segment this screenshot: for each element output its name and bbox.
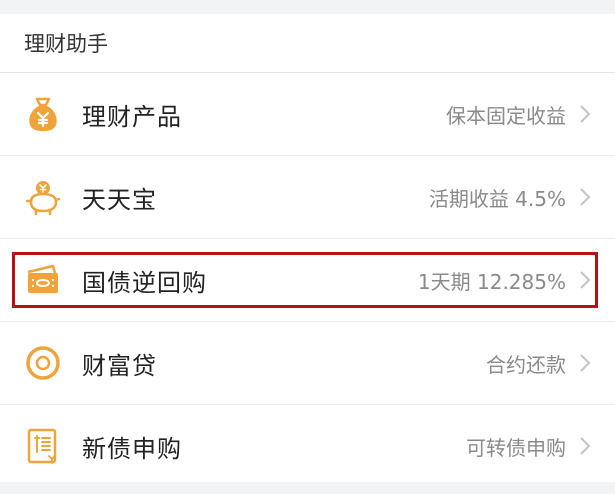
section-title: 理财助手 <box>0 14 615 73</box>
item-title: 理财产品 <box>82 102 182 131</box>
chevron-right-icon <box>580 188 591 206</box>
list-item-treasury-reverse-repo[interactable]: 国债逆回购 1天期 12.285% <box>0 239 615 322</box>
coin-ring-icon <box>23 343 63 383</box>
list-item-wealth-loan[interactable]: 财富贷 合约还款 <box>0 322 615 405</box>
item-meta: 1天期 12.285% <box>417 269 566 294</box>
item-title: 财富贷 <box>82 351 157 380</box>
item-meta: 可转债申购 <box>466 435 566 460</box>
money-bag-icon <box>23 94 63 134</box>
list-item-wealth-products[interactable]: 理财产品 保本固定收益 <box>0 73 615 156</box>
wealth-assistant-panel: 理财助手 理财产品 保本固定收益 天天宝 活期收益 4.5% 国债逆回购 1天期… <box>0 14 615 482</box>
item-meta: 保本固定收益 <box>446 103 566 128</box>
bond-document-icon <box>23 426 63 466</box>
item-title: 新债申购 <box>82 434 182 463</box>
item-meta: 合约还款 <box>486 352 566 377</box>
item-title: 天天宝 <box>82 185 157 214</box>
list-item-new-bond-subscription[interactable]: 新债申购 可转债申购 <box>0 405 615 487</box>
piggy-bank-icon <box>23 177 63 217</box>
ticket-icon <box>23 260 63 300</box>
chevron-right-icon <box>580 271 591 289</box>
item-meta: 活期收益 4.5% <box>428 186 566 211</box>
chevron-right-icon <box>580 105 591 123</box>
list-item-tiantianbao[interactable]: 天天宝 活期收益 4.5% <box>0 156 615 239</box>
item-title: 国债逆回购 <box>82 268 207 297</box>
chevron-right-icon <box>580 354 591 372</box>
chevron-right-icon <box>580 437 591 455</box>
